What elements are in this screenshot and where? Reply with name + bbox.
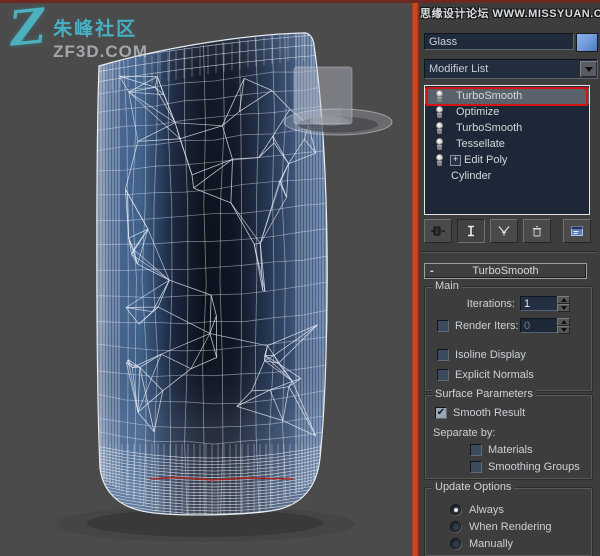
group-surface-label: Surface Parameters [432,388,536,400]
bulb-icon[interactable] [435,89,444,103]
pin-stack-button[interactable] [424,218,452,243]
spinner-down-button[interactable] [557,304,570,312]
panel-separator [421,251,597,253]
modifier-list-dropdown[interactable]: Modifier List [424,59,598,79]
stack-item-edit-poly[interactable]: + Edit Poly [425,152,589,168]
zf3d-logo: Z 朱峰社区 ZF3D.COM [7,0,148,62]
modifier-list-label: Modifier List [429,63,489,75]
group-main: Main Iterations: 1 Render Iters: 0 Isoli… [424,280,593,392]
object-name-field[interactable] [424,33,574,50]
explicit-normals-checkbox[interactable] [437,369,449,381]
materials-label: Materials [488,444,533,456]
expand-icon[interactable]: + [450,154,461,166]
render-iters-label: Render Iters: [455,320,519,332]
remove-modifier-icon [532,225,542,236]
glass-object-preview[interactable] [283,66,393,136]
pin-stack-icon [431,226,445,235]
viewport[interactable]: Z 朱峰社区 ZF3D.COM [0,0,412,556]
configure-modifier-sets-button[interactable] [563,218,591,243]
spinner-down-button[interactable] [557,326,570,334]
stack-toolbar [424,218,596,243]
stack-item-cylinder[interactable]: Cylinder [425,168,589,184]
manually-radio[interactable] [450,538,461,549]
smoothing-groups-checkbox[interactable] [470,461,482,473]
viewport-active-border [411,0,419,556]
always-label: Always [469,504,504,516]
explicit-normals-label: Explicit Normals [455,369,534,381]
configure-modifier-sets-icon [571,225,583,236]
group-surface-parameters: Surface Parameters ✔ Smooth Result Separ… [424,388,593,480]
bulb-icon[interactable] [435,153,444,167]
smooth-result-label: Smooth Result [453,407,526,419]
bulb-icon[interactable] [435,105,444,119]
watermark-missyuan: 思缘设计论坛 WWW.MISSYUAN.COM [420,8,600,20]
render-iters-field[interactable]: 0 [520,318,558,333]
when-rendering-label: When Rendering [469,521,552,533]
always-radio[interactable] [450,504,461,515]
bulb-icon[interactable] [435,121,444,135]
isoline-display-checkbox[interactable] [437,349,449,361]
object-color-swatch[interactable] [576,33,598,52]
chevron-down-icon[interactable] [579,61,597,77]
group-update-label: Update Options [432,481,515,493]
logo-z-glyph: Z [7,0,48,58]
rollout-title: TurboSmooth [472,265,539,277]
separate-by-label: Separate by: [433,427,496,439]
spinner-up-button[interactable] [557,318,570,326]
viewport-render [55,32,393,542]
manually-label: Manually [469,538,514,550]
stack-item-turbosmooth-2[interactable]: TurboSmooth [425,120,589,136]
isoline-display-label: Isoline Display [455,349,526,361]
rollout-header-turbosmooth[interactable]: - TurboSmooth [424,263,587,279]
iterations-label: Iterations: [466,298,515,310]
render-iters-spinner [557,318,570,334]
logo-subtitle: ZF3D.COM [53,42,148,61]
bulb-icon[interactable] [435,137,444,151]
make-unique-button[interactable] [490,218,518,243]
show-end-result-button[interactable] [457,218,485,243]
modifier-stack-list[interactable]: TurboSmooth Optimize TurboSmooth Tessell… [424,85,590,215]
top-edge-strip [0,0,600,3]
smooth-result-checkbox[interactable]: ✔ [435,407,447,419]
group-update-options: Update Options Always When Rendering Man… [424,481,593,556]
when-rendering-radio[interactable] [450,521,461,532]
render-iters-checkbox[interactable] [437,320,449,332]
spinner-up-button[interactable] [557,296,570,304]
make-unique-icon [498,225,510,235]
logo-title: 朱峰社区 [53,19,138,40]
smoothing-groups-label: Smoothing Groups [488,461,580,473]
remove-modifier-button[interactable] [523,218,551,243]
command-panel: 思缘设计论坛 WWW.MISSYUAN.COM Modifier List Tu… [419,0,600,556]
iterations-spinner [557,296,570,312]
stack-item-tessellate[interactable]: Tessellate [425,136,589,152]
iterations-field[interactable]: 1 [520,296,558,311]
show-end-result-icon [468,225,474,236]
stack-item-optimize[interactable]: Optimize [425,104,589,120]
application-window: Z 朱峰社区 ZF3D.COM 思缘设计论坛 WWW.MISSYUAN.COM … [0,0,600,556]
materials-checkbox[interactable] [470,444,482,456]
stack-item-turbosmooth-top[interactable]: TurboSmooth [425,88,589,104]
collapse-icon[interactable]: - [430,265,434,277]
group-main-label: Main [432,280,462,292]
